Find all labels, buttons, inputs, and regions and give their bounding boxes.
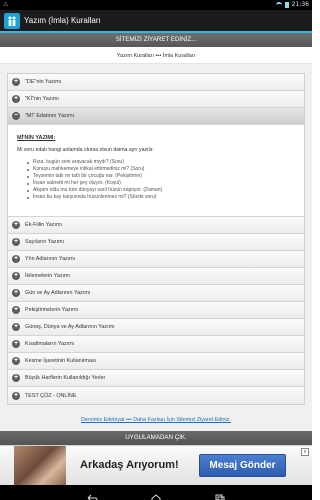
panel-title: Mİ'NİN YAZIMI: [17,135,56,141]
accordion-item-gunes-dunya-ay[interactable]: + Güneş, Dünya ve Ay Adlarının Yazımı [8,319,304,336]
accordion-item-gun-ay[interactable]: + Gün ve Ay Adlarının Yazımı [8,285,304,302]
plus-icon: + [12,78,20,86]
example-item: İnsan sabretti mi her şey oluyor. (Koşul… [27,180,296,187]
example-item: Rıza, bugün seni arayacak mıydı? (Soru) [27,159,296,166]
action-bar: Yazım (İmla) Kuralları [0,10,312,33]
back-icon[interactable] [86,488,98,500]
accordion-item-kesme-isareti[interactable]: + Kesme İşaretinin Kullanılması [8,353,304,370]
footer-link[interactable]: Dersimiz Edebiyat ••• Daha Fazlası İçin … [0,417,312,423]
accordion-item-label: Kısaltmaların Yazımı [25,341,75,347]
accordion-item-label: Pekiştirmelerin Yazımı [25,307,79,313]
accordion-item-label: "Kİ"nin Yazımı [25,96,59,102]
accordion-item-de[interactable]: + "DE"nin Yazımı [8,74,304,91]
accordion-item-test-coz[interactable]: + TEST ÇÖZ - ONLİNE [8,387,304,404]
accordion-item-ikilemeler[interactable]: + İkilemelerin Yazımı [8,268,304,285]
examples-list: Rıza, bugün seni arayacak mıydı? (Soru) … [27,159,296,202]
accordion-item-ki[interactable]: + "Kİ"nin Yazımı [8,91,304,108]
plus-icon: + [12,306,20,314]
breadcrumb: Yazım Kuralları ••• İmla Kuralları [0,48,312,64]
plus-icon: + [12,272,20,280]
app-logo-icon[interactable] [4,12,20,29]
home-icon[interactable] [150,488,162,500]
accordion-item-label: Kesme İşaretinin Kullanılması [25,358,97,364]
minus-icon: − [12,112,20,120]
plus-icon: + [12,340,20,348]
topics-accordion: + "DE"nin Yazımı + "Kİ"nin Yazımı − "Mİ"… [7,73,305,405]
accordion-item-buyuk-harfler[interactable]: + Büyük Harflerin Kullanıldığı Yerler [8,370,304,387]
accordion-item-label: İkilemelerin Yazımı [25,273,71,279]
plus-icon: + [12,238,20,246]
accordion-item-label: Büyük Harflerin Kullanıldığı Yerler [25,375,106,381]
accordion-item-sayilar[interactable]: + Sayıların Yazımı [8,234,304,251]
accordion-item-label: Sayıların Yazımı [25,239,65,245]
plus-icon: + [12,221,20,229]
accordion-item-label: Yön Adlarının Yazımı [25,256,76,262]
accordion-item-label: "Mİ" Edatının Yazımı [25,113,75,119]
app-title: Yazım (İmla) Kuralları [24,16,101,25]
accordion-panel-mi: Mİ'NİN YAZIMI: Mi soru edatı hangi anlam… [8,125,304,217]
accordion-item-label: Güneş, Dünya ve Ay Adlarının Yazımı [25,324,115,330]
plus-icon: + [12,374,20,382]
plus-icon: + [12,357,20,365]
accordion-item-kisaltmalar[interactable]: + Kısaltmaların Yazımı [8,336,304,353]
accordion-item-mi-active[interactable]: − "Mİ" Edatının Yazımı [8,108,304,125]
plus-icon: + [12,323,20,331]
example-item: Konuyu mahkemeye intikal ettirmediniz mi… [27,166,296,173]
main-content: + "DE"nin Yazımı + "Kİ"nin Yazımı − "Mİ"… [0,64,312,431]
wifi-icon [275,1,282,8]
visit-website-button[interactable]: SİTEMİZİ ZİYARET EDİNİZ... [0,33,312,47]
accordion-item-pekistirmeler[interactable]: + Pekiştirmelerin Yazımı [8,302,304,319]
status-time: 21:36 [291,1,309,8]
ad-banner[interactable]: Arkadaş Arıyorum! Mesaj Gönder x [0,445,312,486]
accordion-item-label: Ek-Fiilin Yazımı [25,222,62,228]
plus-icon: + [12,95,20,103]
plus-icon: + [12,289,20,297]
accordion-item-label: TEST ÇÖZ - ONLİNE [25,392,77,399]
ad-photo[interactable] [14,446,66,486]
accordion-item-ek-fiil[interactable]: + Ek-Fiilin Yazımı [8,217,304,234]
exit-app-button[interactable]: UYGULAMADAN ÇIK. [0,431,312,445]
status-bar: ⚠ 21:36 [0,0,312,10]
accordion-item-label: "DE"nin Yazımı [25,79,62,85]
ad-close-icon[interactable]: x [301,448,309,456]
warning-icon: ⚠ [3,1,9,8]
footer-link-text[interactable]: Dersimiz Edebiyat ••• Daha Fazlası İçin … [81,417,231,423]
recent-apps-icon[interactable] [214,488,226,500]
plus-icon: + [12,391,20,400]
panel-intro: Mi soru edatı hangi anlamda olursa olsun… [17,147,154,153]
navigation-bar [0,485,312,500]
plus-icon: + [12,255,20,263]
battery-icon [284,1,289,8]
example-item: İnsan bu kay karşısında hüzünlenmez mi? … [27,194,296,201]
accordion-item-yon-adlari[interactable]: + Yön Adlarının Yazımı [8,251,304,268]
ad-headline[interactable]: Arkadaş Arıyorum! [80,459,179,471]
ad-send-message-button[interactable]: Mesaj Gönder [199,454,286,477]
accordion-item-label: Gün ve Ay Adlarının Yazımı [25,290,91,296]
